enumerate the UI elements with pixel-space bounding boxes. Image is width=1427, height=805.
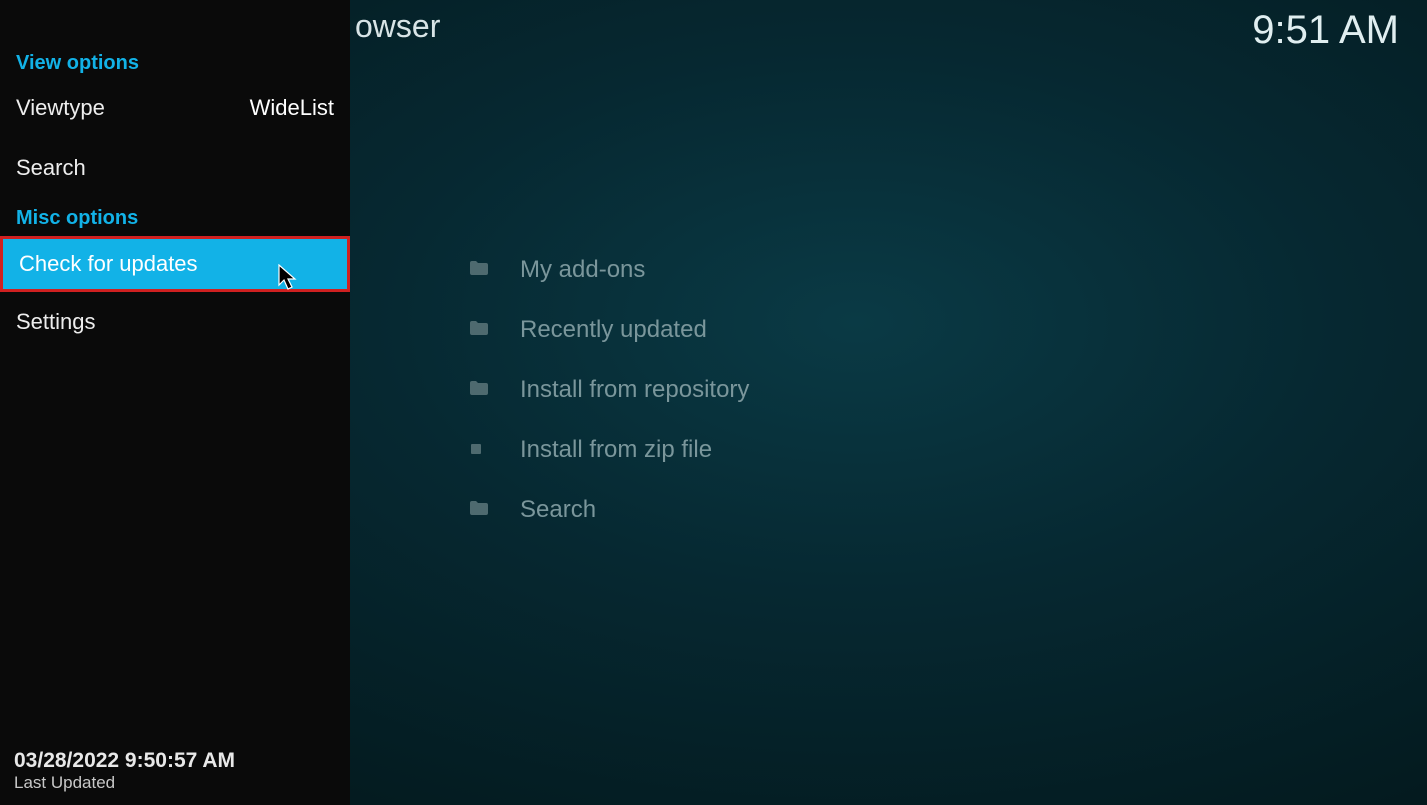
check-for-updates-row[interactable]: Check for updates [0,236,350,292]
list-item-install-zip[interactable]: Install from zip file [470,420,1387,480]
viewtype-row[interactable]: Viewtype WideList [0,84,350,132]
settings-label: Settings [16,309,96,335]
viewtype-value: WideList [250,95,334,121]
list-item-label: Install from repository [520,376,749,404]
search-label: Search [16,155,86,181]
list-item-label: Search [520,496,596,524]
folder-icon [470,260,520,280]
section-header-misc: Misc options [0,207,154,230]
settings-row[interactable]: Settings [0,298,350,346]
options-sidebar: View options Viewtype WideList Search Mi… [0,0,350,805]
list-item-recently-updated[interactable]: Recently updated [470,300,1387,360]
check-for-updates-label: Check for updates [19,251,198,277]
folder-icon [470,380,520,400]
clock: 9:51 AM [1252,8,1399,53]
folder-icon [470,500,520,520]
section-header-view: View options [0,52,155,75]
footer-label: Last Updated [14,773,235,793]
list-item-label: My add-ons [520,256,645,284]
footer-info: 03/28/2022 9:50:57 AM Last Updated [14,749,235,793]
list-item-label: Install from zip file [520,436,712,464]
addon-browser-list: My add-ons Recently updated Install from… [470,240,1387,540]
zip-icon [470,440,520,460]
list-item-my-addons[interactable]: My add-ons [470,240,1387,300]
viewtype-label: Viewtype [16,95,105,121]
footer-timestamp: 03/28/2022 9:50:57 AM [14,749,235,773]
page-title: owser [355,8,440,45]
folder-icon [470,320,520,340]
list-item-search[interactable]: Search [470,480,1387,540]
list-item-label: Recently updated [520,316,707,344]
list-item-install-repository[interactable]: Install from repository [470,360,1387,420]
search-row[interactable]: Search [0,144,350,192]
